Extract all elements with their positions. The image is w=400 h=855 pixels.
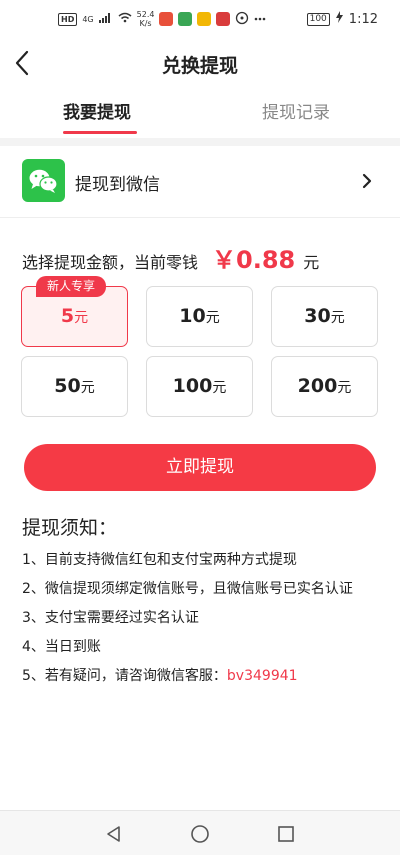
clock: 1:12 <box>348 11 378 27</box>
charging-icon <box>335 11 343 27</box>
active-tab-indicator <box>63 131 137 134</box>
app-notification-icon <box>178 12 193 26</box>
option-unit: 元 <box>337 380 352 396</box>
option-unit: 元 <box>74 310 89 326</box>
note-item: 3、支付宝需要经过实名认证 <box>22 610 199 626</box>
option-unit: 元 <box>80 380 95 396</box>
status-left: HD 4G 52.4 K/s <box>58 10 266 28</box>
wechat-icon <box>22 159 65 202</box>
option-amount: 5 <box>60 305 75 327</box>
service-wechat-id: bv349941 <box>226 668 298 684</box>
wechat-label: 提现到微信 <box>75 175 160 195</box>
current-balance: ￥0.88 <box>212 246 296 274</box>
section-divider <box>0 138 400 146</box>
header: 兑换提现 <box>0 40 400 86</box>
wifi-icon <box>118 12 132 26</box>
option-amount: 30 <box>304 305 331 327</box>
square-recents-icon <box>278 826 294 842</box>
amount-prompt: 选择提现金额，当前零钱 <box>22 253 199 272</box>
notes-title: 提现须知： <box>22 517 118 539</box>
amount-option-30[interactable]: 30元 <box>271 286 378 347</box>
option-amount: 50 <box>54 375 81 397</box>
circle-home-icon <box>191 825 209 843</box>
amount-option-200[interactable]: 200元 <box>271 356 378 417</box>
option-unit: 元 <box>330 310 345 326</box>
network-speed: 52.4 K/s <box>137 10 155 28</box>
app-notification-icon <box>159 12 174 26</box>
page-title: 兑换提现 <box>161 55 238 77</box>
note-contact-text: 5、若有疑问，请咨询微信客服： <box>22 668 227 684</box>
tab-bar: 我要提现 提现记录 <box>0 86 400 138</box>
option-unit: 元 <box>212 380 227 396</box>
more-notifications-icon <box>235 11 249 28</box>
option-amount: 200 <box>297 375 338 397</box>
app-notification-icon <box>197 12 212 26</box>
signal-icon <box>98 12 113 26</box>
balance-line: 选择提现金额，当前零钱 ￥0.88 元 <box>22 240 319 275</box>
nav-back-button[interactable] <box>104 824 124 844</box>
note-item: 2、微信提现须绑定微信账号，且微信账号已实名认证 <box>22 581 353 597</box>
triangle-back-icon <box>107 826 120 842</box>
withdraw-to-wechat-row[interactable]: 提现到微信 <box>0 146 400 218</box>
balance-unit: 元 <box>303 253 320 272</box>
new-user-badge: 新人专享 <box>36 276 106 297</box>
nav-recents-button[interactable] <box>276 824 296 844</box>
status-bar: HD 4G 52.4 K/s 100 1:12 <box>0 0 400 40</box>
tab-withdraw-history[interactable]: 提现记录 <box>262 98 330 123</box>
option-amount: 100 <box>172 375 213 397</box>
tab-withdraw[interactable]: 我要提现 <box>63 98 131 123</box>
amount-option-100[interactable]: 100元 <box>146 356 253 417</box>
speed-value: 52.4 <box>136 10 155 19</box>
battery-icon: 100 <box>306 12 330 26</box>
dots-icon <box>254 14 266 24</box>
option-unit: 元 <box>205 310 220 326</box>
amount-option-50[interactable]: 50元 <box>21 356 128 417</box>
nav-home-button[interactable] <box>190 824 210 844</box>
status-right: 100 1:12 <box>306 11 378 27</box>
chevron-right-icon <box>360 171 374 191</box>
speed-unit: K/s <box>139 19 152 28</box>
system-nav-bar <box>0 810 400 855</box>
withdraw-now-button[interactable]: 立即提现 <box>24 444 376 491</box>
network-type: 4G <box>82 14 94 24</box>
option-amount: 10 <box>179 305 206 327</box>
app-notification-icon <box>216 12 231 26</box>
note-item-contact: 5、若有疑问，请咨询微信客服：bv349941 <box>22 665 298 685</box>
note-item: 4、当日到账 <box>22 639 101 655</box>
note-item: 1、目前支持微信红包和支付宝两种方式提现 <box>22 552 297 568</box>
amount-option-10[interactable]: 10元 <box>146 286 253 347</box>
hd-indicator: HD <box>58 12 78 26</box>
